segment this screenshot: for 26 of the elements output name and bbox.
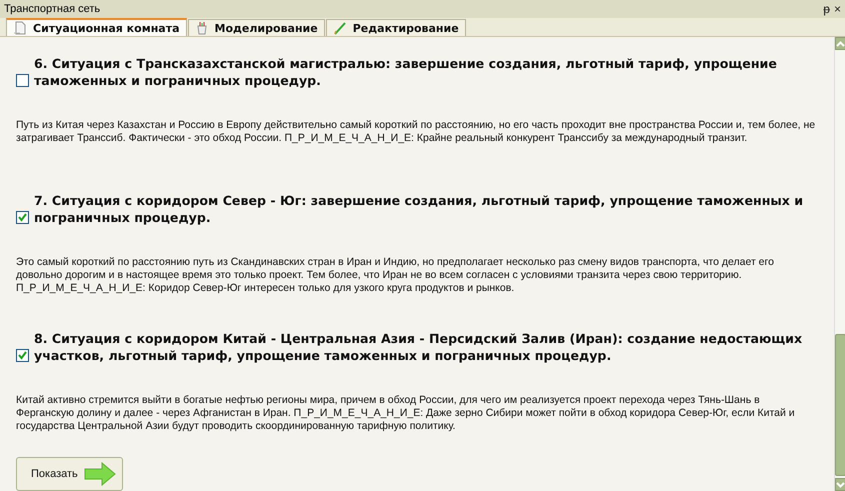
window-title: Транспортная сеть <box>4 3 102 15</box>
tab[interactable]: Моделирование <box>188 19 325 36</box>
scroll-down-button[interactable] <box>835 478 845 491</box>
document-icon <box>13 21 27 35</box>
tab[interactable]: Ситуационная комната <box>6 18 187 36</box>
close-button[interactable]: × <box>834 2 841 16</box>
show-button[interactable]: Показать <box>16 456 123 491</box>
situation-title: 8. Ситуация с коридором Китай - Центральная Азия - Персидский Залив (Иран): создание недостающих участков, льготный тариф, упрощение таможенных и пограничных процедур. <box>34 330 804 364</box>
pin-button[interactable]: ᵽ <box>823 2 830 16</box>
chevron-down-icon <box>836 482 845 488</box>
arrow-icon <box>84 462 116 486</box>
scroll-up-button[interactable] <box>835 37 845 50</box>
situation-description: Путь из Китая через Казахстан и Россию в Европу действительно самый короткий по расстоянию, но его часть проходит вне пространства России и, тем более, не затрагивает Транссиб. Фактически - это обход России. П_Р_И_М_Е_Ч_А_Н_И_Е: Крайне реальный конкурент Транссибу за международный транзит. <box>16 119 816 145</box>
checkbox[interactable] <box>16 74 29 87</box>
pencil-cup-icon <box>194 21 209 35</box>
pencil-icon <box>332 21 347 35</box>
scroll-thumb[interactable] <box>835 334 845 476</box>
situation-description: Это самый короткий по расстоянию путь из Скандинавских стран в Иран и Индию, но предполагает несколько раз смену видов транспорта, что делает его довольно дорогим и в настоящее время это только проект. Тем более, что Иран не во всем согласен с условиями транзита через свою территорию. П_Р_И_М_Е_Ч_А_Н_И_Е: Коридор Север-Юг интересен только для узкого круга продуктов и рынков. <box>16 256 775 296</box>
situation-description: Китай активно стремится выйти в богатые нефтью регионы мира, причем в обход России, для чего им реализуется проект перехода через Тянь-Шань в Ферганскую долину и далее - через Афганистан в Иран. П_Р_И_М_Е_Ч_А_Н_И_Е: Даже зерно Сибири может пойти в обход коридора Север-Юг, если Китай и государства Центральной Азии будут проводить скоординированную тарифную политику. <box>16 394 796 433</box>
scrollbar[interactable] <box>834 37 845 491</box>
tab[interactable]: Редактирование <box>326 19 466 36</box>
situation-title: 6. Ситуация с Трансказахстанской магистралью: завершение создания, льготный тариф, упрощение таможенных и пограничных процедур. <box>34 55 778 89</box>
chevron-up-icon <box>836 40 845 46</box>
situation-title: 7. Ситуация с коридором Север - Юг: завершение создания, льготный тариф, упрощение таможенных и пограничных процедур. <box>34 192 804 226</box>
checkbox[interactable] <box>16 211 29 224</box>
checkbox[interactable] <box>16 348 29 362</box>
